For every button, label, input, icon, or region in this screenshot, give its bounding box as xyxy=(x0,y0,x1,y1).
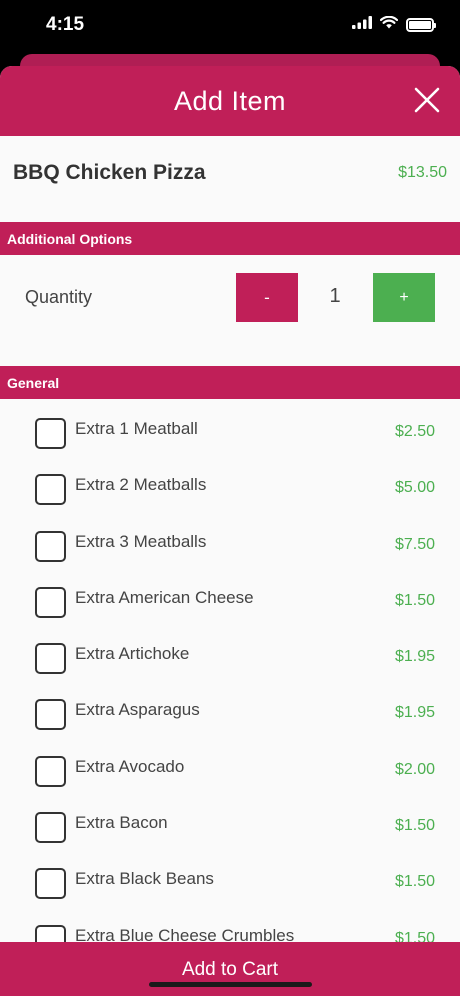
option-price: $7.50 xyxy=(394,535,435,553)
close-button[interactable] xyxy=(414,87,440,113)
option-label: Extra 1 Meatball xyxy=(75,419,198,438)
option-label: Extra Artichoke xyxy=(75,644,190,664)
option-price: $2.50 xyxy=(394,423,435,440)
section-header-additional-options: Additional Options xyxy=(0,222,460,255)
status-time: 4:15 xyxy=(46,14,85,35)
option-price: $1.50 xyxy=(394,591,435,609)
option-row[interactable]: Extra Avocado $2.00 xyxy=(0,737,460,793)
increase-quantity-button[interactable]: + xyxy=(373,273,435,322)
quantity-label: Quantity xyxy=(25,287,93,307)
option-row[interactable]: Extra American Cheese $1.50 xyxy=(0,568,460,624)
quantity-stepper: Quantity - 1 + xyxy=(0,255,460,366)
option-price: $1.95 xyxy=(394,704,435,722)
wifi-icon xyxy=(379,15,399,34)
option-checkbox[interactable] xyxy=(35,812,66,844)
option-price: $5.00 xyxy=(394,479,435,497)
section-header-general: General xyxy=(0,366,460,399)
option-label: Extra Asparagus xyxy=(75,700,200,720)
option-row[interactable]: Extra 1 Meatball $2.50 xyxy=(0,399,460,455)
option-checkbox[interactable] xyxy=(35,755,66,787)
add-to-cart-label: Add to Cart xyxy=(181,959,279,980)
option-checkbox[interactable] xyxy=(35,418,66,449)
option-label: Extra Avocado xyxy=(75,756,185,776)
option-row[interactable]: Extra Bacon $1.50 xyxy=(0,793,460,849)
item-price: $13.50 xyxy=(398,164,447,181)
option-checkbox[interactable] xyxy=(35,530,66,562)
status-bar: 4:15 xyxy=(0,0,460,52)
option-row[interactable]: Extra Asparagus $1.95 xyxy=(0,680,460,736)
home-indicator xyxy=(149,982,312,987)
option-checkbox[interactable] xyxy=(35,699,66,731)
option-price: $1.50 xyxy=(394,873,435,891)
option-row[interactable]: Extra 2 Meatballs $5.00 xyxy=(0,455,460,511)
status-icons xyxy=(352,15,436,34)
option-checkbox[interactable] xyxy=(35,868,66,900)
battery-icon xyxy=(406,18,436,32)
close-icon xyxy=(414,87,440,113)
options-list: Extra 1 Meatball $2.50 Extra 2 Meatballs $5… xyxy=(0,399,460,962)
sheet-title: Add Item xyxy=(173,85,287,116)
option-row[interactable]: Extra Black Beans $1.50 xyxy=(0,849,460,905)
quantity-value: 1 xyxy=(329,285,341,307)
add-to-cart-button[interactable]: Add to Cart xyxy=(0,942,460,996)
option-row[interactable]: Extra Artichoke $1.95 xyxy=(0,624,460,680)
option-price: $2.00 xyxy=(394,760,435,778)
option-label: Extra Black Beans xyxy=(75,869,214,889)
option-checkbox[interactable] xyxy=(35,586,66,618)
option-label: Extra Bacon xyxy=(75,813,168,833)
option-price: $1.95 xyxy=(394,648,435,666)
option-checkbox[interactable] xyxy=(35,643,66,675)
option-checkbox[interactable] xyxy=(35,474,66,506)
option-price: $1.50 xyxy=(394,817,435,835)
option-label: Extra American Cheese xyxy=(75,587,254,607)
option-row[interactable]: Extra 3 Meatballs $7.50 xyxy=(0,512,460,568)
decrease-quantity-button[interactable]: - xyxy=(236,273,298,322)
add-item-sheet: Add Item BBQ Chicken Pizza $13.50 Additi… xyxy=(0,66,460,996)
item-summary: BBQ Chicken Pizza $13.50 xyxy=(0,136,460,222)
sheet-header: Add Item xyxy=(0,66,460,136)
option-label: Extra 2 Meatballs xyxy=(75,475,207,495)
item-name: BBQ Chicken Pizza xyxy=(13,161,206,184)
option-label: Extra 3 Meatballs xyxy=(75,531,207,551)
signal-icon xyxy=(352,16,372,34)
